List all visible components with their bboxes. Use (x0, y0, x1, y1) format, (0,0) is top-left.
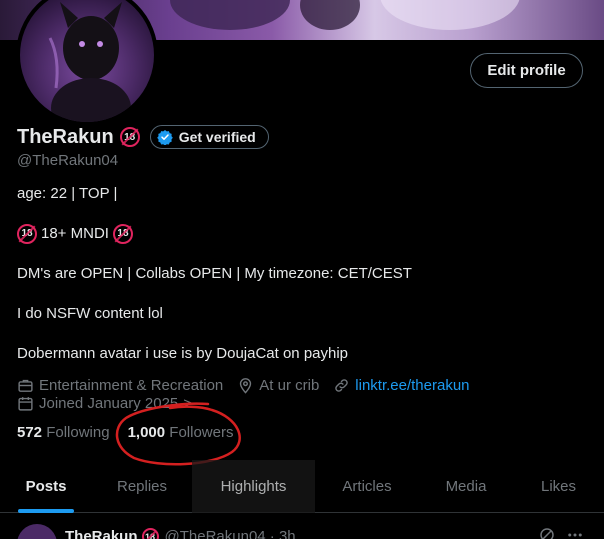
briefcase-icon (18, 379, 33, 392)
tab-label: Posts (25, 478, 67, 495)
bio-line: DM's are OPEN | Collabs OPEN | My timezo… (17, 264, 412, 284)
post-avatar[interactable] (17, 524, 57, 539)
bio-text: 18+ MNDI (41, 225, 109, 242)
tab-likes[interactable]: Likes (513, 460, 604, 513)
chevron-right-icon: > (183, 394, 193, 412)
age-18-badge: 18 (119, 127, 140, 147)
meta-row: Joined January 2025 > (17, 393, 484, 413)
avatar-art (48, 2, 131, 122)
tab-highlights[interactable]: Highlights (192, 460, 315, 513)
bio-line: Dobermann avatar i use is by DoujaCat on… (17, 344, 412, 364)
verified-check-icon (156, 130, 173, 145)
profile-handle: @TheRakun04 (17, 152, 119, 169)
active-tab-indicator (18, 509, 74, 513)
post-preview[interactable]: TheRakun 18 @TheRakun04 · 3h (0, 514, 604, 539)
tab-label: Replies (116, 478, 168, 495)
post-author-name[interactable]: TheRakun (65, 528, 138, 539)
profile-avatar[interactable] (16, 0, 158, 126)
joined-item[interactable]: Joined January 2025 > (17, 395, 192, 412)
tab-label: Highlights (220, 478, 287, 495)
location-pin-icon (240, 377, 252, 394)
profile-tabs: Posts Replies Highlights Articles Media … (0, 460, 604, 513)
calendar-icon (18, 396, 33, 411)
link-icon (335, 378, 349, 392)
tab-label: Likes (540, 478, 577, 495)
website-link[interactable]: linktr.ee/therakun (333, 377, 470, 394)
display-name: TheRakun (17, 125, 114, 148)
get-verified-button[interactable]: Get verified (149, 125, 269, 149)
tab-articles[interactable]: Articles (315, 460, 419, 513)
banner-shape (380, 0, 520, 30)
category-text: Entertainment & Recreation (39, 376, 224, 394)
bio-line: 18 18+ MNDI 18 (17, 224, 412, 244)
followers-label: Followers (169, 424, 234, 441)
following-link[interactable]: 572 Following (17, 424, 110, 441)
profile-meta: Entertainment & Recreation At ur crib li… (17, 375, 484, 413)
tab-replies[interactable]: Replies (92, 460, 192, 513)
post-actions (538, 526, 594, 539)
more-icon[interactable] (566, 526, 584, 539)
tab-label: Articles (342, 478, 392, 495)
follow-stats: 572 Following 1,000 Followers (17, 424, 251, 441)
joined-text: Joined January 2025 (39, 394, 179, 412)
category-item: Entertainment & Recreation (17, 377, 223, 394)
tab-label: Media (445, 478, 487, 495)
bio-text: Dobermann avatar i use is by DoujaCat on… (17, 345, 349, 362)
bio-text: DM's are OPEN | Collabs OPEN | My timezo… (17, 265, 412, 282)
website-link-text[interactable]: linktr.ee/therakun (355, 377, 469, 394)
banner-shape (170, 0, 290, 30)
bio-line: I do NSFW content lol (17, 304, 412, 324)
location-text: At ur crib (259, 376, 320, 394)
bio-line: age: 22 | TOP | (17, 184, 412, 204)
edit-profile-button[interactable]: Edit profile (470, 53, 583, 88)
post-author: TheRakun 18 @TheRakun04 · 3h (65, 528, 296, 539)
post-handle: @TheRakun04 · 3h (164, 528, 296, 539)
age-18-badge: 18 (141, 528, 159, 539)
tab-posts[interactable]: Posts (0, 460, 92, 513)
age-18-badge: 18 (17, 224, 37, 244)
tab-media[interactable]: Media (419, 460, 513, 513)
get-verified-label: Get verified (178, 129, 256, 145)
bio-text: age: 22 | TOP | (17, 185, 118, 202)
profile-bio: age: 22 | TOP | 18 18+ MNDI 18 DM's are … (17, 184, 412, 384)
bio-text: I do NSFW content lol (17, 305, 163, 322)
meta-row: Entertainment & Recreation At ur crib li… (17, 375, 484, 395)
location-item: At ur crib (237, 377, 319, 394)
followers-count: 1,000 (127, 424, 166, 441)
grok-icon[interactable] (538, 526, 556, 539)
profile-name-row: TheRakun 18 Get verified (17, 124, 269, 150)
following-label: Following (46, 424, 110, 441)
following-count: 572 (17, 424, 43, 441)
banner-shape (300, 0, 360, 30)
followers-link[interactable]: 1,000 Followers (128, 424, 234, 441)
age-18-badge: 18 (112, 224, 133, 244)
